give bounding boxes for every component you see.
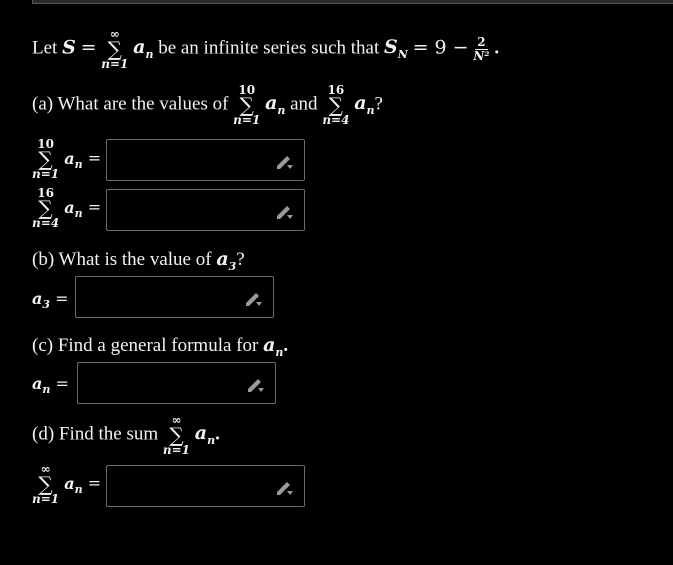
- top-bar: [32, 0, 673, 4]
- pencil-icon[interactable]: [243, 289, 263, 307]
- pencil-icon[interactable]: [274, 478, 294, 496]
- part-a-sum2-input[interactable]: [106, 189, 305, 231]
- part-d-input[interactable]: [106, 465, 305, 507]
- intro-eq2: = 9 −: [412, 36, 469, 59]
- series-symbol: S: [62, 36, 76, 59]
- part-c-input[interactable]: [77, 362, 276, 404]
- sigma-icon: ∑: [38, 472, 53, 496]
- part-a-sum1-input[interactable]: [106, 139, 305, 181]
- pencil-icon[interactable]: [245, 375, 265, 393]
- part-d-sum: ∞ ∑ n=1: [162, 413, 191, 457]
- intro-SN: SN: [384, 36, 408, 62]
- intro-sum: ∞ ∑ n=1: [101, 27, 129, 71]
- sigma-icon: ∑: [239, 93, 254, 117]
- sigma-icon: ∑: [169, 423, 184, 447]
- part-b-prompt: (b) What is the value of a3?: [32, 248, 245, 273]
- sigma-icon: ∑: [38, 147, 53, 171]
- intro-term: an: [133, 36, 154, 62]
- intro-fraction: 2 N²: [473, 34, 490, 63]
- pencil-icon[interactable]: [274, 202, 294, 220]
- intro-lead: Let: [32, 37, 58, 59]
- part-b-label: a3 =: [32, 289, 69, 312]
- part-b-input[interactable]: [75, 276, 274, 318]
- part-c-label: an =: [32, 374, 69, 397]
- part-a-row2-label: 16 ∑ n=4 an =: [32, 186, 102, 230]
- part-a-sum1: 10 ∑ n=1: [233, 83, 261, 127]
- part-d-prompt: (d) Find the sum ∞ ∑ n=1 an.: [32, 413, 220, 457]
- intro-eq: =: [80, 36, 97, 59]
- part-d-row-label: ∞ ∑ n=1 an =: [32, 462, 102, 506]
- sigma-icon: ∑: [38, 196, 53, 220]
- intro-middle: be an infinite series such that: [158, 37, 380, 59]
- part-a-prompt: (a) What are the values of 10 ∑ n=1 an a…: [32, 83, 383, 127]
- part-a-row1-label: 10 ∑ n=1 an =: [32, 137, 102, 181]
- pencil-icon[interactable]: [274, 152, 294, 170]
- sigma-icon: ∑: [328, 93, 344, 117]
- part-c-prompt: (c) Find a general formula for an.: [32, 334, 289, 359]
- intro-line: Let S = ∞ ∑ n=1 an be an infinite series…: [32, 27, 500, 71]
- sigma-icon: ∑: [107, 37, 122, 61]
- part-a-sum2: 16 ∑ n=4: [322, 83, 350, 127]
